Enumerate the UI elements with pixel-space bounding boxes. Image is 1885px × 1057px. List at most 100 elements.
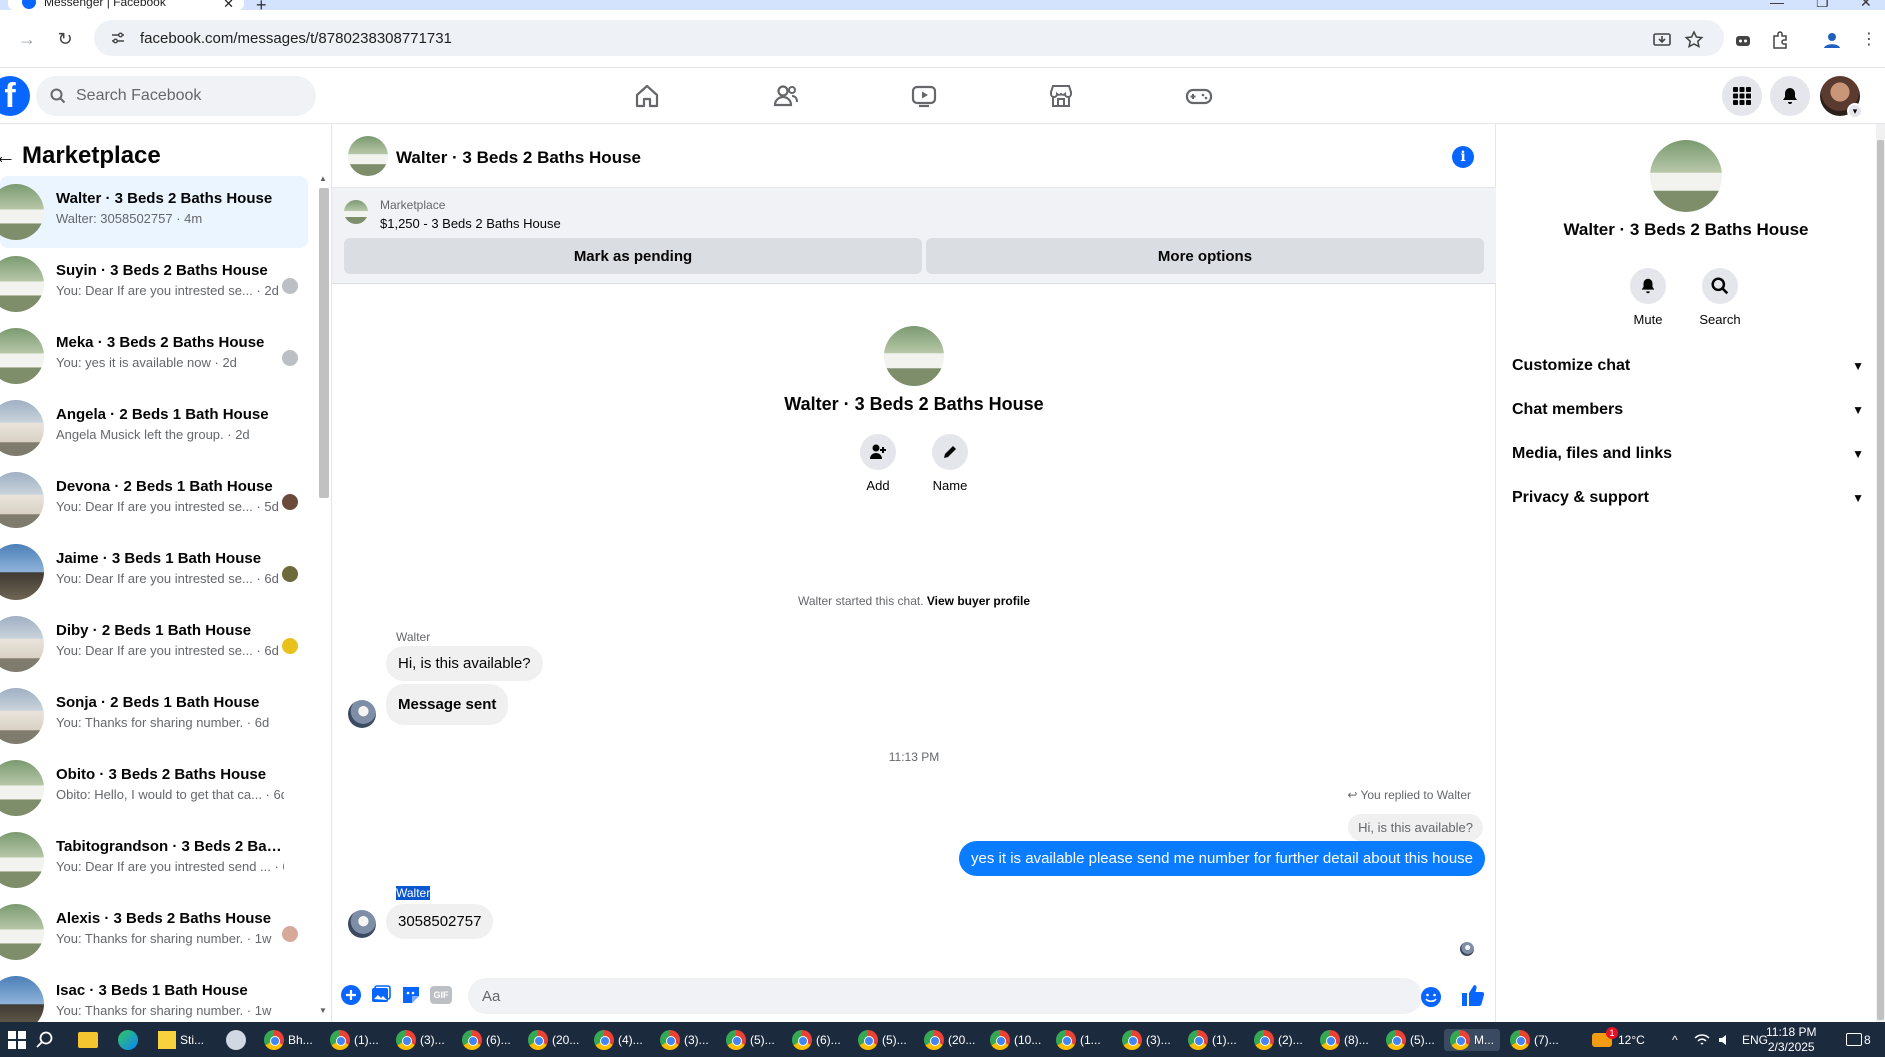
taskbar-app[interactable]: (3)... xyxy=(396,1029,445,1051)
taskbar-app[interactable]: (10... xyxy=(990,1029,1041,1051)
scrollbar-thumb[interactable] xyxy=(319,188,329,498)
language-indicator[interactable]: ENG xyxy=(1742,1022,1768,1057)
taskbar-app[interactable]: (5)... xyxy=(858,1029,907,1051)
conversation-item[interactable]: Suyin · 3 Beds 2 Baths House You: Dear If… xyxy=(0,248,308,320)
taskbar-app[interactable]: (1)... xyxy=(330,1029,379,1051)
gaming-icon[interactable] xyxy=(1185,82,1213,110)
file-explorer-icon[interactable] xyxy=(78,1029,98,1051)
scroll-up-icon[interactable]: ▲ xyxy=(319,174,327,183)
install-app-icon[interactable] xyxy=(1652,30,1672,50)
close-tab-icon[interactable]: ✕ xyxy=(223,0,234,10)
conversation-item[interactable]: Angela · 2 Beds 1 Bath House Angela Music… xyxy=(0,392,308,464)
menu-grid-button[interactable] xyxy=(1722,76,1762,116)
extension-robot-icon[interactable] xyxy=(1733,30,1753,50)
bookmark-star-icon[interactable] xyxy=(1684,30,1704,50)
taskbar-app[interactable]: (1... xyxy=(1056,1029,1101,1051)
conversation-item[interactable]: Alexis · 3 Beds 2 Baths House You: Thanks… xyxy=(0,896,308,968)
incoming-message[interactable]: Message sent xyxy=(386,684,509,725)
url-field[interactable]: facebook.com/messages/t/8780238308771731 xyxy=(94,20,1724,56)
scroll-down-icon[interactable]: ▼ xyxy=(319,1006,327,1015)
more-options-button[interactable]: More options xyxy=(926,238,1484,274)
taskbar-app[interactable]: Sti... xyxy=(158,1029,204,1051)
back-arrow-icon[interactable]: ← xyxy=(0,143,18,169)
windows-start-icon[interactable] xyxy=(8,1031,26,1049)
view-buyer-profile-link[interactable]: View buyer profile xyxy=(927,594,1030,608)
taskbar-app[interactable]: (1)... xyxy=(1188,1029,1237,1051)
quoted-message[interactable]: Hi, is this available? xyxy=(1348,814,1483,841)
conversation-item[interactable]: Meka · 3 Beds 2 Baths House You: yes it i… xyxy=(0,320,308,392)
like-thumbs-up-icon[interactable] xyxy=(1460,982,1486,1008)
profile-avatar[interactable] xyxy=(1650,140,1722,212)
outgoing-message[interactable]: yes it is available please send me numbe… xyxy=(959,841,1485,876)
video-icon[interactable] xyxy=(910,82,938,110)
page-scrollbar[interactable] xyxy=(1876,124,1885,1022)
site-settings-icon[interactable] xyxy=(110,30,126,46)
taskbar-app[interactable]: (2)... xyxy=(1254,1029,1303,1051)
chat-title[interactable]: Walter · 3 Beds 2 Baths House xyxy=(396,148,641,168)
taskbar-app[interactable]: (7)... xyxy=(1510,1029,1559,1051)
taskbar-app[interactable] xyxy=(226,1029,246,1051)
media-files-links-section[interactable]: Media, files and links ▼ xyxy=(1512,432,1864,476)
taskbar-app[interactable]: (5)... xyxy=(726,1029,775,1051)
home-icon[interactable] xyxy=(633,82,661,110)
clock[interactable]: 11:18 PM 2/3/2025 xyxy=(1766,1025,1816,1055)
listing-price-title[interactable]: $1,250 - 3 Beds 2 Baths House xyxy=(380,216,561,231)
incoming-message[interactable]: 3058502757 xyxy=(386,904,494,939)
search-in-chat-button[interactable]: Search xyxy=(1690,268,1750,327)
conversation-item[interactable]: Diby · 2 Beds 1 Bath House You: Dear If a… xyxy=(0,608,308,680)
taskbar-app[interactable]: (3)... xyxy=(660,1029,709,1051)
profile-icon[interactable] xyxy=(1822,30,1842,50)
taskbar-app-active[interactable]: M... xyxy=(1444,1029,1500,1051)
minimize-icon[interactable]: — xyxy=(1770,0,1784,10)
taskbar-app[interactable]: (5)... xyxy=(1386,1029,1435,1051)
notifications-button[interactable] xyxy=(1770,76,1810,116)
conversation-item[interactable]: Tabitograndson · 3 Beds 2 Baths... You: D… xyxy=(0,824,308,896)
listing-thumbnail[interactable] xyxy=(344,200,368,224)
incoming-message[interactable]: Hi, is this available? xyxy=(386,646,543,681)
mark-as-pending-button[interactable]: Mark as pending xyxy=(344,238,922,274)
sender-avatar[interactable] xyxy=(348,700,376,728)
scrollbar-thumb[interactable] xyxy=(1877,140,1884,1020)
mute-button[interactable]: Mute xyxy=(1618,268,1678,327)
taskbar-app[interactable]: (20... xyxy=(924,1029,975,1051)
volume-icon[interactable] xyxy=(1718,1033,1732,1047)
taskbar-app[interactable]: (20... xyxy=(528,1029,579,1051)
name-chat-button[interactable]: Name xyxy=(920,434,980,493)
search-facebook-input[interactable]: Search Facebook xyxy=(36,76,316,116)
show-hidden-icons[interactable]: ^ xyxy=(1672,1022,1678,1057)
conversation-item[interactable]: Walter · 3 Beds 2 Baths House Walter: 305… xyxy=(0,176,308,248)
search-icon[interactable] xyxy=(36,1031,54,1049)
info-icon[interactable]: i xyxy=(1452,146,1474,168)
edge-icon[interactable] xyxy=(118,1029,138,1051)
network-wifi-icon[interactable] xyxy=(1694,1033,1710,1047)
taskbar-app[interactable]: (6)... xyxy=(462,1029,511,1051)
taskbar-app[interactable]: (3)... xyxy=(1122,1029,1171,1051)
taskbar-app[interactable]: (8)... xyxy=(1320,1029,1369,1051)
account-avatar[interactable]: ▾ xyxy=(1820,76,1863,119)
customize-chat-section[interactable]: Customize chat ▼ xyxy=(1512,344,1864,388)
extensions-puzzle-icon[interactable] xyxy=(1770,30,1790,50)
emoji-icon[interactable] xyxy=(1420,986,1442,1008)
sender-avatar[interactable] xyxy=(348,910,376,938)
photo-icon[interactable] xyxy=(370,984,392,1006)
forward-icon[interactable]: → xyxy=(16,28,38,50)
chat-avatar[interactable] xyxy=(348,136,388,176)
browser-menu-icon[interactable]: ⋮ xyxy=(1858,28,1880,50)
weather-widget[interactable]: 1 12°C xyxy=(1592,1022,1645,1057)
facebook-logo-icon[interactable]: f xyxy=(0,76,30,116)
sidebar-scrollbar[interactable]: ▲ ▼ xyxy=(316,172,330,1018)
plus-circle-icon[interactable] xyxy=(340,984,362,1006)
notification-center[interactable]: 8 xyxy=(1846,1022,1871,1057)
sticker-icon[interactable] xyxy=(400,984,422,1006)
message-input[interactable]: Aa xyxy=(468,978,1422,1014)
reload-icon[interactable]: ↻ xyxy=(54,28,76,50)
marketplace-icon[interactable] xyxy=(1047,82,1075,110)
friends-icon[interactable] xyxy=(772,82,800,110)
taskbar-app[interactable]: (4)... xyxy=(594,1029,643,1051)
conversation-item[interactable]: Devona · 2 Beds 1 Bath House You: Dear If… xyxy=(0,464,308,536)
chat-members-section[interactable]: Chat members ▼ xyxy=(1512,388,1864,432)
conversation-item[interactable]: Sonja · 2 Beds 1 Bath House You: Thanks f… xyxy=(0,680,308,752)
gif-icon[interactable]: GIF xyxy=(430,986,452,1004)
conversation-item[interactable]: Jaime · 3 Beds 1 Bath House You: Dear If … xyxy=(0,536,308,608)
privacy-support-section[interactable]: Privacy & support ▼ xyxy=(1512,476,1864,520)
